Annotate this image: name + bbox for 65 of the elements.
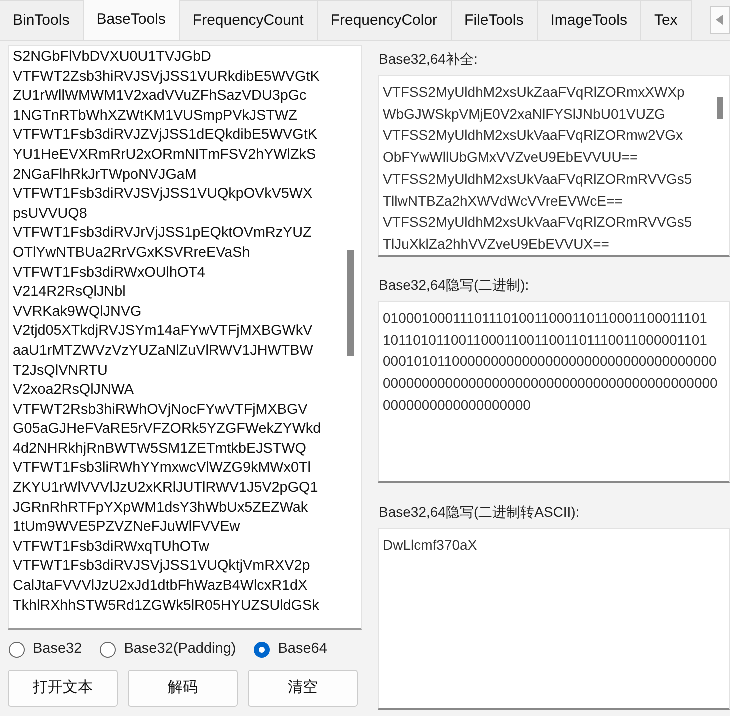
- text-line: V2tjd05XTkdjRVJSYm14aFYwVTFjMXBGWkV: [13, 322, 313, 342]
- left-arrow-icon: [716, 15, 724, 25]
- output-text-area[interactable]: 0100010001110111010011000110110001100011101 1011010110011000110011001101110011000001101 0001010110000000000000000000000000000000000 0000000000000000000000000000000000000000000 0000000000000000000: [378, 301, 730, 483]
- text-line: TllwNTBZa2hXWVdWcVVreEVWcE==: [383, 192, 623, 211]
- text-line: VTFWT2Rsb3hiRWhOVjNocFYwVTFjMXBGV: [13, 400, 308, 420]
- text-line: VTFWT1Fsb3diRVJrVjJSS1pEQktOVmRzYUZ: [13, 224, 312, 244]
- text-line: YU1HeEVXRmRrU2xORmNITmFSV2hYWlZkS: [13, 146, 316, 165]
- text-line: VTFSS2MyUldhM2xsUkVaaFVqRlZORmRVVGs5: [383, 170, 692, 189]
- input-text-area[interactable]: [8, 45, 362, 630]
- text-line: VTFWT1Fsb3liRWhYYmxwcVlWZG9kMWx0Tl: [13, 459, 311, 478]
- text-line: V2xoa2RsQlJNWA: [13, 381, 134, 400]
- text-line: VTFWT2Zsb3hiRVJSVjJSS1VURkdibE5WVGtK: [13, 68, 320, 87]
- scrollbar-thumb[interactable]: [347, 250, 354, 356]
- tab[interactable]: Tex: [640, 0, 692, 40]
- text-line: 2NGaFlhRkJrTWpoNVJGaM: [13, 166, 197, 185]
- field-label: Base32,64隐写(二进制):: [378, 276, 530, 295]
- text-line: T2JsQlVNRTU: [13, 362, 108, 380]
- text-line: ZKYU1rWlVVVlJzU2xKRlJUTlRWV1J5V2pGQ1: [13, 479, 318, 498]
- text-line: TlJuXklZa2hhVVZveU9EbEVVUX==: [383, 234, 610, 254]
- scrollbar-thumb[interactable]: [717, 97, 723, 119]
- text-line: VTFWT1Fsb3diRVJZVjJSS1dEQkdibE5WVGtK: [13, 126, 318, 146]
- text-line: 1NGTnRTbWhXZWtKM1VUSmpPVkJSTWZ: [13, 106, 298, 126]
- text-line: WbGJWSkpVMjE0V2xaNlFYSlJNbU01VUZG: [383, 104, 666, 124]
- text-line: TkhlRXhhSTW5Rd1ZGWk5lR05HYUZSUldGSk: [13, 596, 320, 616]
- text-line: VTFWT1Fsb3diRVJSVjJSS1VUQktjVmRXV2p: [13, 557, 310, 576]
- text-line: VTFSS2MyUldhM2xsUkVaaFVqRlZORmRVVGs5: [383, 213, 692, 232]
- radio-label: Base64: [278, 640, 328, 660]
- radio-label: Base32: [33, 640, 82, 660]
- action-button[interactable]: 解码: [128, 670, 238, 707]
- output-text-area[interactable]: DwLlcmf370aX: [378, 528, 730, 710]
- text-line: VTFWT1Fsb3diRWxOUlhOT4: [13, 264, 206, 283]
- text-line: JGRnRhRTFpYXpWM1dsY3hWbUx5ZEZWak: [13, 498, 308, 518]
- text-line: CalJtaFVVVlJzU2xJd1dtbFhWazB4WlcxR1dX: [13, 577, 308, 596]
- text-line: 0000000000000000000000000000000000000000000: [383, 374, 718, 394]
- text-line: S2NGbFlVbDVXU0U1TVJGbD: [13, 48, 212, 67]
- radio-button[interactable]: [9, 642, 25, 658]
- radio-button[interactable]: [100, 642, 116, 658]
- text-line: ZU1rWllWMWM1V2xadVVuZFhSazVDU3pGc: [13, 87, 307, 106]
- text-line: VTFSS2MyUldhM2xsUkZaaFVqRlZORmxXWXp: [383, 83, 685, 102]
- text-line: VVRKak9WQlJNVG: [13, 302, 142, 322]
- text-line: 0001010110000000000000000000000000000000000: [383, 352, 717, 372]
- radio-label: Base32(Padding): [124, 640, 236, 660]
- action-button[interactable]: 打开文本: [8, 670, 118, 707]
- text-line: V214R2RsQlJNbl: [13, 283, 126, 302]
- text-line: 0100010001110111010011000110110001100011101: [383, 309, 708, 328]
- text-line: 0000000000000000000: [383, 396, 531, 415]
- text-line: VTFSS2MyUldhM2xsUkVaaFVqRlZORmw2VGx: [383, 126, 684, 146]
- text-line: DwLlcmf370aX: [383, 536, 478, 555]
- text-line: psUVVUQ8: [13, 204, 88, 224]
- text-line: VTFWT1Fsb3diRVJSVjJSS1VUQkpOVkV5WX: [13, 185, 313, 204]
- text-line: 1tUm9WVE5PZVZNeFJuWlFVVEw: [13, 518, 240, 538]
- output-text-area[interactable]: [378, 75, 730, 257]
- tab[interactable]: BaseTools: [82, 0, 180, 40]
- radio-button[interactable]: [254, 642, 270, 658]
- field-label: Base32,64隐写(二进制转ASCII):: [378, 503, 581, 522]
- text-line: OTlYwNTBUa2RrVGxKSVRreEVaSh: [13, 244, 250, 263]
- text-line: 1011010110011000110011001101110011000001101: [383, 330, 708, 350]
- field-label: Base32,64补全:: [378, 50, 479, 69]
- text-line: 4d2NHRkhjRnBWTW5SM1ZETmtkbEJSTWQ: [13, 440, 306, 459]
- text-line: G05aGJHeFVaRE5rVFZORk5YZGFWekZYWkd: [13, 420, 322, 440]
- text-line: VTFWT1Fsb3diRWxqTUhOTw: [13, 538, 210, 557]
- action-button[interactable]: 清空: [248, 670, 358, 707]
- text-line: ObFYwWllUbGMxVVZveU9EbEVVUU==: [383, 148, 638, 168]
- scroll-left-button[interactable]: [710, 6, 730, 34]
- text-line: aaU1rMTZWVzVzYUZaNlZuVlRWV1JHWTBW: [13, 342, 314, 361]
